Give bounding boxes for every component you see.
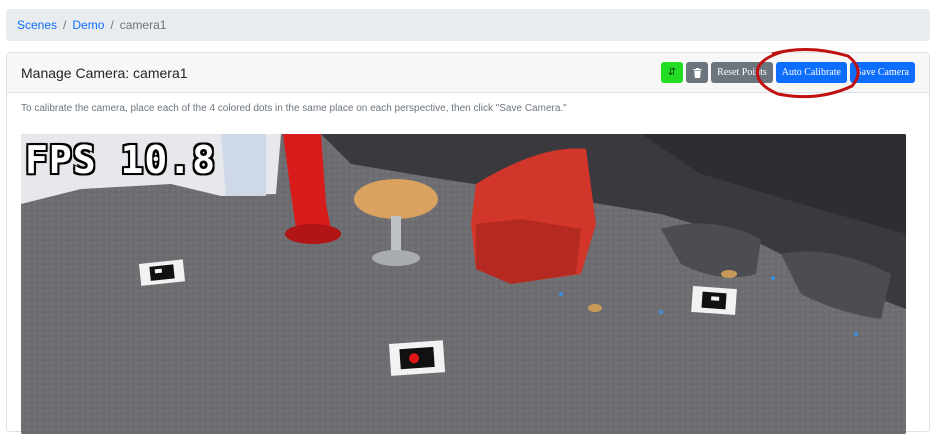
breadcrumb-link-demo[interactable]: Demo	[72, 18, 104, 32]
delete-button[interactable]	[686, 62, 709, 83]
auto-calibrate-button[interactable]: Auto Calibrate	[775, 62, 847, 83]
breadcrumb-current: camera1	[119, 18, 167, 32]
breadcrumb-link-scenes[interactable]: Scenes	[17, 18, 57, 32]
camera-feed[interactable]: FPS 10.8	[21, 134, 906, 434]
breadcrumb-separator: /	[110, 18, 114, 32]
instructions-text: To calibrate the camera, place each of t…	[21, 103, 567, 114]
trash-icon	[693, 67, 702, 78]
breadcrumb-separator: /	[63, 18, 67, 32]
save-camera-button[interactable]: Save Camera	[849, 62, 915, 83]
manage-camera-card: Manage Camera: camera1 ⇵ Reset Points Au…	[6, 52, 930, 434]
toolbar: ⇵ Reset Points Auto Calibrate Save Camer…	[661, 62, 915, 83]
card-header: Manage Camera: camera1 ⇵ Reset Points Au…	[7, 53, 929, 93]
reset-points-button[interactable]: Reset Points	[711, 62, 773, 83]
page-title: Manage Camera: camera1	[21, 64, 188, 81]
swap-icon: ⇵	[667, 67, 677, 78]
breadcrumb: Scenes / Demo / camera1	[6, 9, 930, 41]
fps-overlay: FPS 10.8	[25, 138, 217, 182]
swap-perspective-button[interactable]: ⇵	[661, 62, 684, 83]
